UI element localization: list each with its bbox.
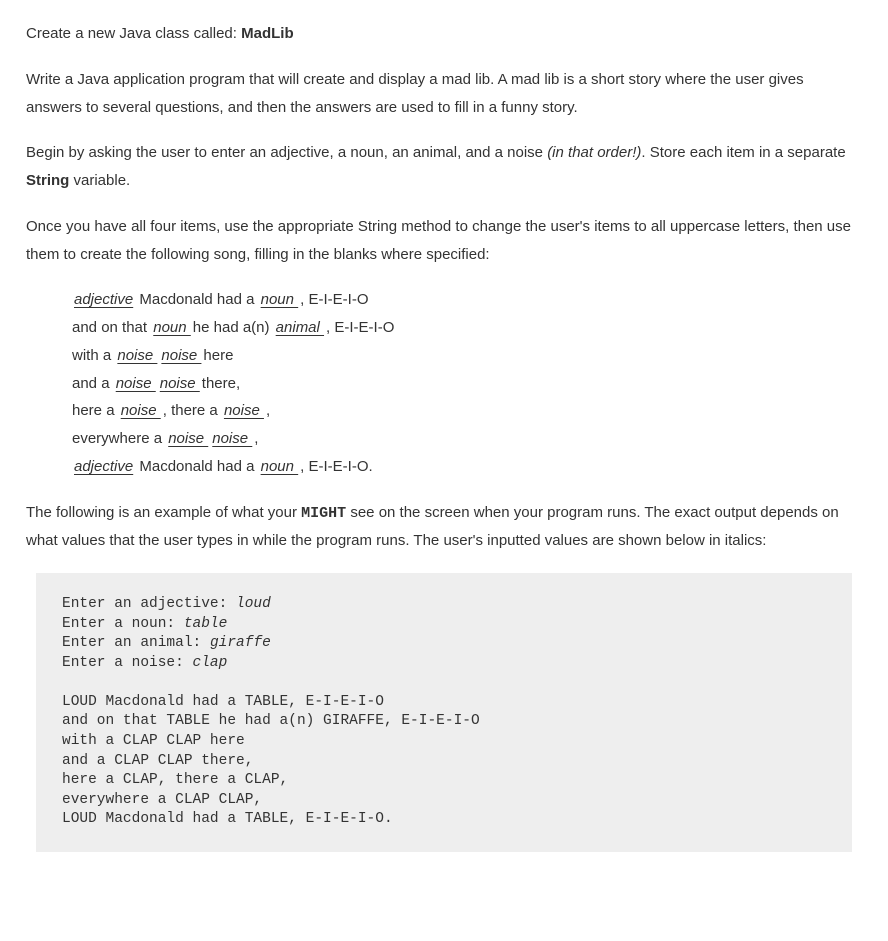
text: and on that (72, 319, 151, 336)
order-note: (in that order!) (547, 144, 641, 161)
text: , (254, 430, 258, 447)
example-output: Enter an adjective: loud Enter a noun: t… (36, 573, 852, 852)
intro-p2: Write a Java application program that wi… (26, 66, 862, 122)
text: The following is an example of what your (26, 504, 301, 521)
text: . Store each item in a separate (641, 144, 845, 161)
song-line-4: and a noise noise there, (72, 370, 862, 398)
blank-noise: noise (159, 347, 203, 364)
input-animal: giraffe (210, 635, 271, 651)
text: and a (72, 375, 114, 392)
string-type: String (26, 172, 69, 189)
might-word: MIGHT (301, 505, 346, 522)
class-name: MadLib (241, 25, 294, 42)
blank-adjective: adjective (72, 458, 135, 475)
blank-noise: noise (222, 402, 266, 419)
output-line: and a CLAP CLAP there, (62, 753, 253, 769)
prompt-animal: Enter an animal: (62, 635, 210, 651)
blank-noise: noise (119, 402, 163, 419)
intro-p3: Begin by asking the user to enter an adj… (26, 139, 862, 195)
text: with a (72, 347, 115, 364)
input-noise: clap (193, 655, 228, 671)
text: , E-I-E-I-O (326, 319, 394, 336)
output-line: LOUD Macdonald had a TABLE, E-I-E-I-O (62, 694, 384, 710)
text: variable. (69, 172, 130, 189)
output-line: everywhere a CLAP CLAP, (62, 792, 262, 808)
intro-line1: Create a new Java class called: MadLib (26, 20, 862, 48)
blank-noise: noise (115, 347, 159, 364)
text: , (266, 402, 270, 419)
text: everywhere a (72, 430, 166, 447)
text: Begin by asking the user to enter an adj… (26, 144, 547, 161)
song-line-7: adjective Macdonald had a noun , E-I-E-I… (72, 453, 862, 481)
blank-noise: noise (158, 375, 202, 392)
text: he had a(n) (193, 319, 274, 336)
text: Macdonald had a (135, 458, 258, 475)
text: , E-I-E-I-O. (300, 458, 373, 475)
text: Macdonald had a (135, 291, 258, 308)
prompt-noun: Enter a noun: (62, 616, 184, 632)
blank-noise: noise (114, 375, 158, 392)
song-line-6: everywhere a noise noise , (72, 425, 862, 453)
song-line-3: with a noise noise here (72, 342, 862, 370)
blank-noise: noise (166, 430, 210, 447)
blank-noun: noun (259, 291, 301, 308)
blank-adjective: adjective (72, 291, 135, 308)
text: , there a (163, 402, 222, 419)
output-line: here a CLAP, there a CLAP, (62, 772, 288, 788)
intro-p4: Once you have all four items, use the ap… (26, 213, 862, 269)
output-line: with a CLAP CLAP here (62, 733, 245, 749)
text: here (203, 347, 233, 364)
output-line: and on that TABLE he had a(n) GIRAFFE, E… (62, 713, 480, 729)
text: here a (72, 402, 119, 419)
blank-noise: noise (210, 430, 254, 447)
prompt-noise: Enter a noise: (62, 655, 193, 671)
song-line-2: and on that noun he had a(n) animal , E-… (72, 314, 862, 342)
text: there, (202, 375, 240, 392)
text: , E-I-E-I-O (300, 291, 368, 308)
input-noun: table (184, 616, 228, 632)
input-adjective: loud (236, 596, 271, 612)
blank-noun: noun (151, 319, 193, 336)
song-line-1: adjective Macdonald had a noun , E-I-E-I… (72, 286, 862, 314)
text: Create a new Java class called: (26, 25, 241, 42)
example-explain: The following is an example of what your… (26, 499, 862, 556)
song-line-5: here a noise , there a noise , (72, 397, 862, 425)
output-line: LOUD Macdonald had a TABLE, E-I-E-I-O. (62, 811, 393, 827)
prompt-adjective: Enter an adjective: (62, 596, 236, 612)
blank-noun: noun (259, 458, 301, 475)
blank-animal: animal (274, 319, 326, 336)
song-template: adjective Macdonald had a noun , E-I-E-I… (72, 286, 862, 480)
